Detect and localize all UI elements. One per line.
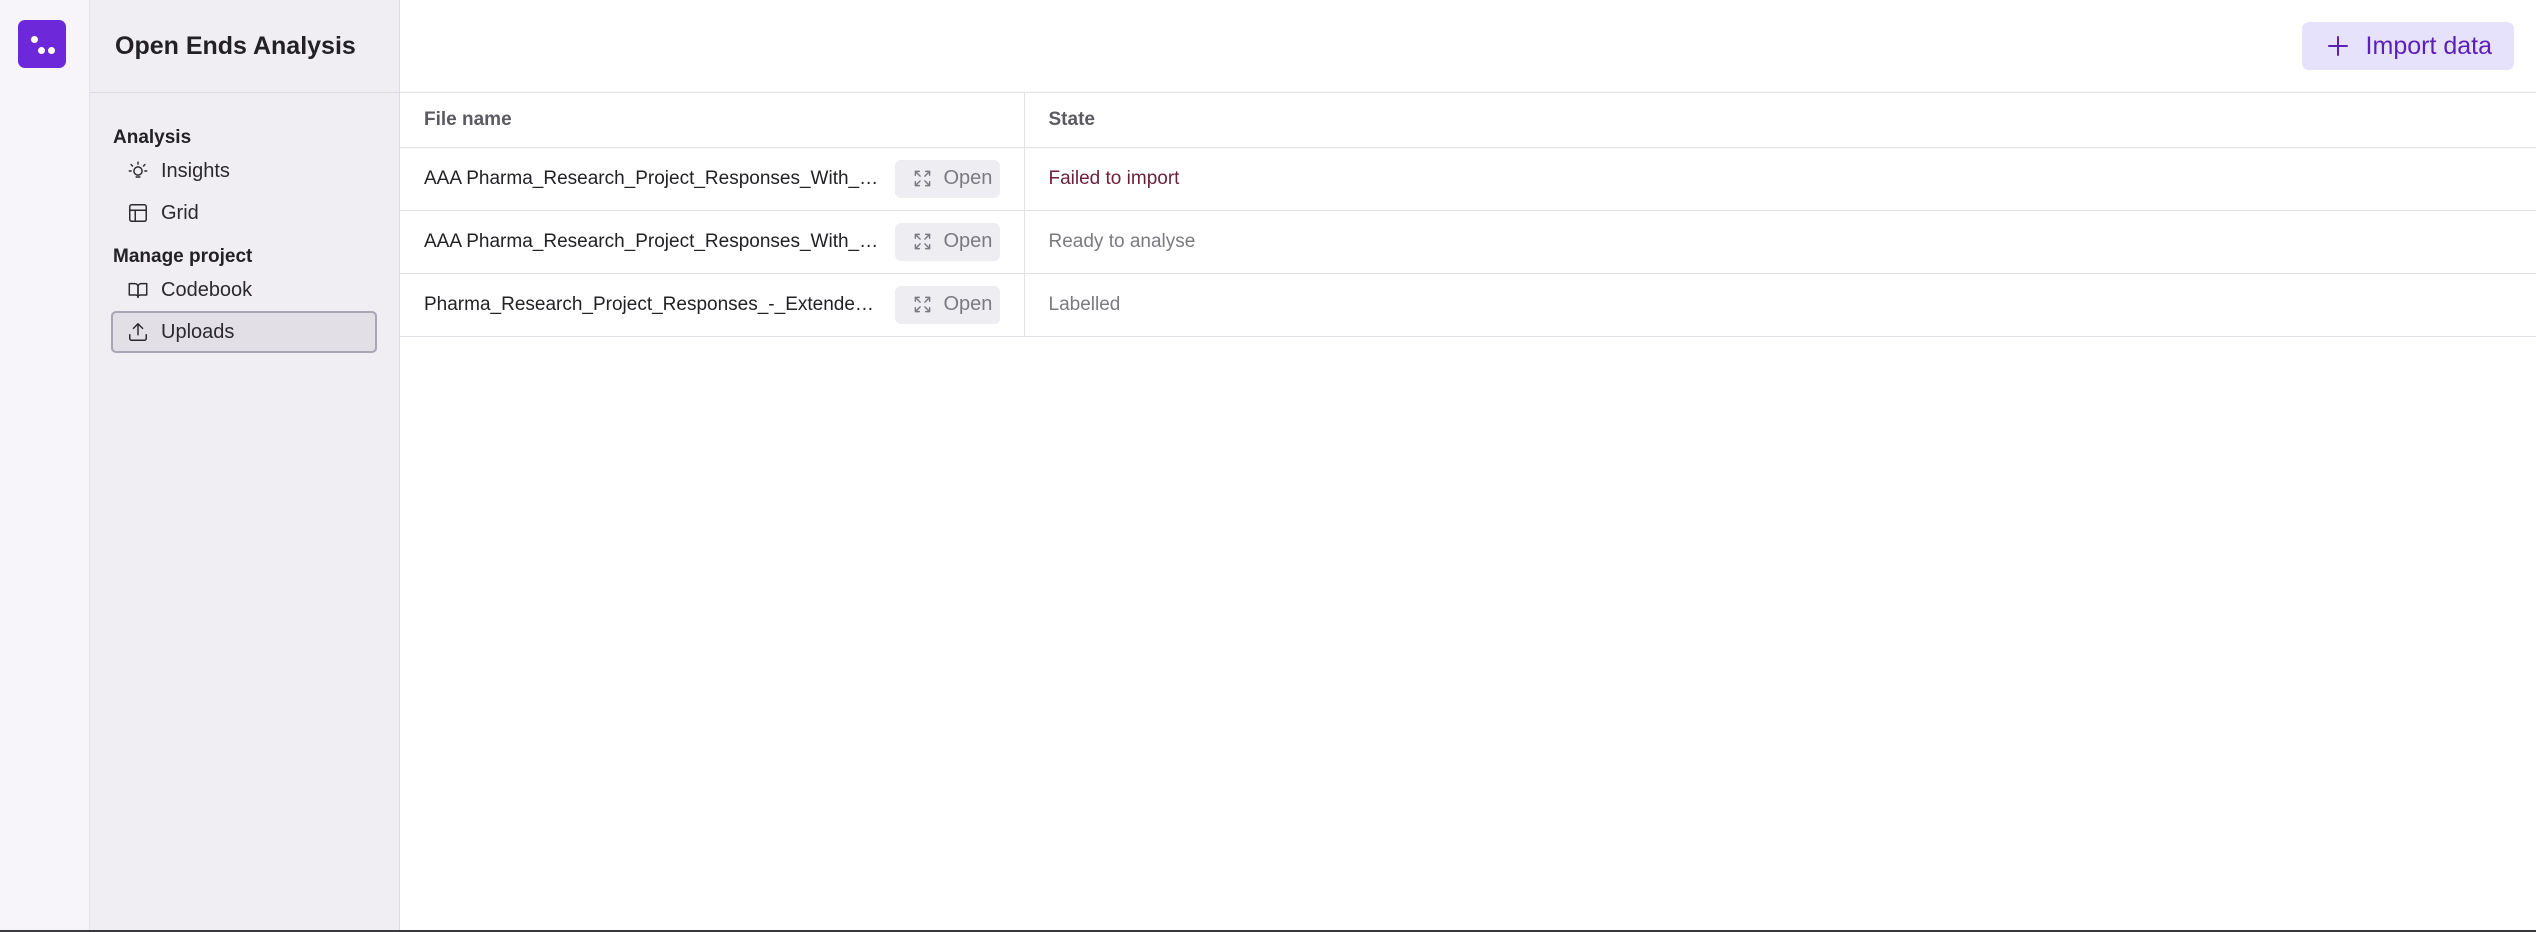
state-cell: Labelled — [1024, 273, 2536, 337]
open-button-label: Open — [943, 293, 993, 315]
upload-icon — [129, 323, 147, 341]
book-icon — [128, 282, 148, 299]
open-button-label: Open — [943, 167, 993, 189]
file-name: AAA Pharma_Research_Project_Responses_Wi… — [424, 230, 879, 252]
open-button-label: Open — [943, 230, 993, 252]
app-window: Open Ends Analysis Analysis Insights Gri… — [0, 0, 2536, 932]
plus-icon — [2327, 36, 2348, 56]
expand-icon — [914, 170, 930, 187]
top-bar: Import data — [400, 0, 2536, 93]
table-icon — [129, 204, 147, 222]
sidebar-item-label: Codebook — [161, 278, 253, 301]
sidebar-nav: Analysis Insights Grid Manage project Co… — [90, 93, 399, 353]
sidebar: Open Ends Analysis Analysis Insights Gri… — [90, 0, 400, 932]
sidebar-item-grid[interactable]: Grid — [111, 192, 377, 234]
column-header-file-name: File name — [400, 93, 1025, 148]
project-title: Open Ends Analysis — [115, 31, 356, 60]
table-row: AAA Pharma_Research_Project_Responses_Wi… — [400, 147, 2536, 211]
table-header-row: File name State — [400, 93, 2536, 148]
state-cell: Ready to analyse — [1024, 210, 2536, 274]
section-title-manage-project: Manage project — [113, 246, 253, 267]
import-data-button[interactable]: Import data — [2301, 22, 2514, 70]
sidebar-item-label: Grid — [161, 201, 199, 224]
uploads-table: File name State AAA Pharma_Research_Proj… — [400, 93, 2536, 337]
app-logo[interactable] — [18, 20, 66, 68]
column-header-state: State — [1024, 93, 2536, 148]
expand-icon — [914, 233, 930, 250]
open-button[interactable]: Open — [894, 285, 1000, 324]
app-rail — [0, 0, 90, 932]
expand-icon — [914, 296, 930, 313]
table-row: AAA Pharma_Research_Project_Responses_Wi… — [400, 210, 2536, 274]
sidebar-header: Open Ends Analysis — [90, 0, 399, 93]
sidebar-item-label: Uploads — [161, 320, 235, 343]
sidebar-item-insights[interactable]: Insights — [111, 150, 377, 192]
section-title-analysis: Analysis — [113, 127, 192, 148]
main-content: Import data File name State AAA Pharma_R… — [400, 0, 2536, 932]
import-data-label: Import data — [2365, 31, 2492, 60]
sidebar-item-codebook[interactable]: Codebook — [111, 269, 377, 311]
sidebar-item-uploads[interactable]: Uploads — [111, 311, 377, 353]
state-cell: Failed to import — [1024, 147, 2536, 211]
file-name: Pharma_Research_Project_Responses_-_Exte… — [424, 293, 879, 315]
open-button[interactable]: Open — [894, 222, 1000, 261]
file-name: AAA Pharma_Research_Project_Responses_Wi… — [424, 167, 879, 189]
table-row: Pharma_Research_Project_Responses_-_Exte… — [400, 273, 2536, 337]
lightbulb-icon — [128, 161, 148, 178]
sidebar-item-label: Insights — [161, 159, 230, 182]
open-button[interactable]: Open — [894, 159, 1000, 198]
